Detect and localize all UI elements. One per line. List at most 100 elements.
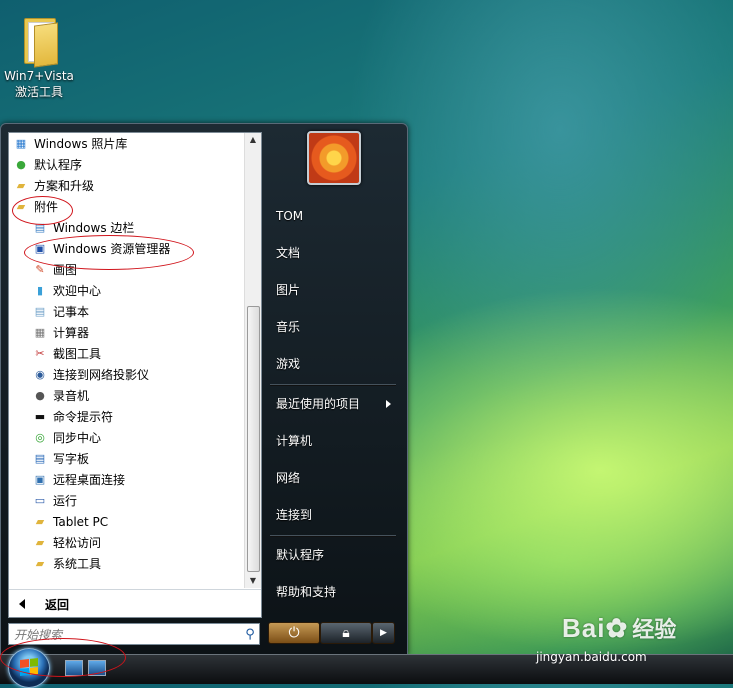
program-item[interactable]: ▰ 系统工具 [9, 553, 244, 574]
program-item[interactable]: ▦ 计算器 [9, 322, 244, 343]
back-button[interactable]: 返回 [9, 589, 261, 618]
submenu-arrow-icon [386, 400, 391, 408]
computer-link[interactable]: 计算机 [276, 433, 312, 449]
documents-link[interactable]: 文档 [276, 245, 300, 261]
default-programs-link[interactable]: 默认程序 [276, 547, 324, 563]
run-icon: ▭ [34, 494, 46, 507]
lock-icon: 🔒︎ [342, 625, 350, 641]
desktop-icon-label-1: Win7+Vista [4, 69, 74, 83]
program-item[interactable]: ▰ 附件 [9, 196, 244, 217]
program-item-label: 运行 [53, 494, 78, 508]
games-link[interactable]: 游戏 [276, 356, 300, 372]
program-item-label: 连接到网络投影仪 [53, 368, 150, 382]
program-item[interactable]: ▭ 运行 [9, 490, 244, 511]
show-desktop-icon[interactable] [65, 660, 83, 676]
program-item-label: 附件 [34, 200, 59, 214]
program-list: ▦ Windows 照片库 ● 默认程序 ▰ 方案和升级 ▰ 附件 ▤ Windows 边栏 ▣ Wi… [9, 133, 244, 588]
desktop-icon-label-2: 激活工具 [14, 85, 63, 99]
program-item-label: 命令提示符 [53, 410, 114, 424]
power-button[interactable]: ⏻ [268, 622, 320, 644]
network-link[interactable]: 网络 [276, 470, 300, 486]
watermark-brand: Bai [562, 613, 606, 643]
user-name-link[interactable]: TOM [276, 208, 303, 224]
sound-recorder-icon: ● [35, 389, 45, 402]
program-item[interactable]: ▣ 远程桌面连接 [9, 469, 244, 490]
program-item[interactable]: ▤ Windows 边栏 [9, 217, 244, 238]
help-support-link[interactable]: 帮助和支持 [276, 584, 336, 600]
snipping-tool-icon: ✂ [35, 347, 45, 360]
music-link[interactable]: 音乐 [276, 319, 300, 335]
chevron-right-icon: ▶ [380, 628, 387, 638]
projector-icon: ◉ [35, 368, 45, 381]
program-item-label: 远程桌面连接 [53, 473, 126, 487]
notepad-icon: ▤ [34, 305, 46, 318]
wordpad-icon: ▤ [34, 452, 46, 465]
user-avatar[interactable] [307, 131, 361, 185]
default-programs-icon: ● [16, 158, 26, 171]
photo-gallery-icon: ▦ [15, 137, 27, 150]
all-programs-pane: ▦ Windows 照片库 ● 默认程序 ▰ 方案和升级 ▰ 附件 ▤ Windows 边栏 ▣ Wi… [8, 132, 262, 618]
folder-icon: ▰ [35, 536, 45, 549]
program-item[interactable]: ▦ Windows 照片库 [9, 133, 244, 154]
program-item[interactable]: ◎ 同步中心 [9, 427, 244, 448]
program-item[interactable]: ● 录音机 [9, 385, 244, 406]
paw-icon: ✿ [605, 613, 629, 643]
connect-to-link[interactable]: 连接到 [276, 507, 312, 523]
back-label: 返回 [45, 597, 70, 612]
command-prompt-icon: ▬ [34, 410, 46, 423]
power-options-button[interactable]: ▶ [372, 622, 395, 644]
program-item-label: Windows 边栏 [53, 221, 135, 235]
program-item[interactable]: ▬ 命令提示符 [9, 406, 244, 427]
start-search-input[interactable]: 开始搜索 ⚲ [8, 623, 260, 645]
program-item[interactable]: ◉ 连接到网络投影仪 [9, 364, 244, 385]
program-item[interactable]: ▰ 轻松访问 [9, 532, 244, 553]
program-item-label: 写字板 [53, 452, 90, 466]
paint-icon: ✎ [35, 263, 45, 276]
folder-open-icon: ▰ [16, 200, 26, 213]
watermark-brand-cn: 经验 [632, 618, 677, 643]
program-item[interactable]: ▮ 欢迎中心 [9, 280, 244, 301]
program-item-label: 欢迎中心 [53, 284, 102, 298]
program-item[interactable]: ✎ 画图 [9, 259, 244, 280]
program-item-label: Windows 照片库 [34, 137, 128, 151]
back-arrow-icon [19, 599, 25, 609]
folder-icon: ▰ [35, 557, 45, 570]
program-item[interactable]: ▤ 写字板 [9, 448, 244, 469]
remote-desktop-icon: ▣ [34, 473, 46, 486]
program-item[interactable]: ● 默认程序 [9, 154, 244, 175]
power-icon: ⏻ [288, 625, 300, 641]
program-item[interactable]: ▰ 方案和升级 [9, 175, 244, 196]
explorer-icon: ▣ [34, 242, 46, 255]
program-item-label: 默认程序 [34, 158, 83, 172]
sync-center-icon: ◎ [35, 431, 45, 444]
program-item[interactable]: ✂ 截图工具 [9, 343, 244, 364]
search-placeholder: 开始搜索 [14, 627, 63, 642]
start-button[interactable] [8, 648, 50, 688]
pictures-link[interactable]: 图片 [276, 282, 300, 298]
program-item-label: 截图工具 [53, 347, 102, 361]
scroll-up-icon[interactable]: ▲ [245, 133, 261, 147]
switch-windows-icon[interactable] [88, 660, 106, 676]
watermark-url: jingyan.baidu.com [536, 650, 647, 664]
lock-button[interactable]: 🔒︎ [320, 622, 372, 644]
program-list-scrollbar[interactable]: ▲ ▼ [244, 133, 261, 588]
recent-items-link[interactable]: 最近使用的项目 [276, 396, 360, 412]
windows-logo-icon [20, 658, 38, 676]
program-item[interactable]: ▤ 记事本 [9, 301, 244, 322]
program-item-label: Tablet PC [53, 514, 109, 529]
program-item-label: 录音机 [53, 389, 90, 403]
program-item[interactable]: ▣ Windows 资源管理器 [9, 238, 244, 259]
folder-icon [20, 18, 58, 68]
search-icon[interactable]: ⚲ [241, 627, 259, 642]
folder-icon: ▰ [16, 179, 26, 192]
scroll-down-icon[interactable]: ▼ [245, 574, 261, 588]
separator [270, 535, 396, 537]
program-item[interactable]: ▰ Tablet PC [9, 511, 244, 532]
sidebar-icon: ▤ [34, 221, 46, 234]
program-item-label: 轻松访问 [53, 536, 102, 550]
calculator-icon: ▦ [34, 326, 46, 339]
program-item-label: 画图 [53, 263, 78, 277]
desktop-icon-activation-tool[interactable]: Win7+Vista 激活工具 [4, 18, 74, 100]
baidu-watermark: Bai✿ 经验 jingyan.baidu.com [536, 612, 677, 664]
scrollbar-thumb[interactable] [247, 306, 260, 572]
